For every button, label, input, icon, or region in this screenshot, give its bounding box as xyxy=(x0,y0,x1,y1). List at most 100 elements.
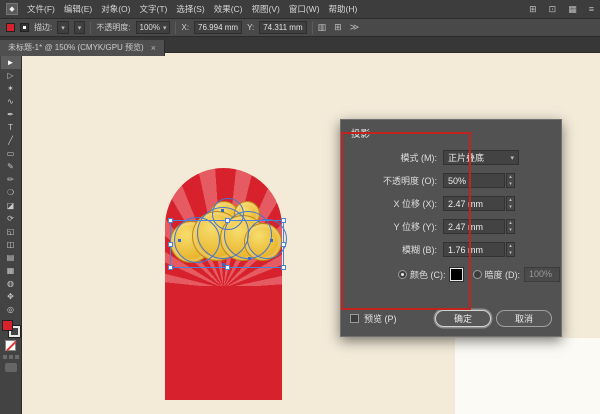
mode-row: 模式 (M): 正片叠底 ▾ xyxy=(341,146,561,169)
menu-item-type[interactable]: 文字(T) xyxy=(139,3,167,15)
eyedropper-tool[interactable]: ◍ xyxy=(1,277,21,290)
opacity-dropdown[interactable]: 100% ▾ xyxy=(135,21,171,34)
dialog-title: 投影 xyxy=(351,129,371,140)
align-panel-icon[interactable]: ▥ xyxy=(318,22,327,33)
anchor-point[interactable] xyxy=(221,209,224,212)
y-position-field[interactable]: 74.311 mm xyxy=(259,21,307,34)
menu-item-effect[interactable]: 效果(C) xyxy=(214,3,243,15)
x-label: X: xyxy=(181,23,190,32)
color-radio[interactable] xyxy=(398,269,407,279)
chevron-down-icon: ▾ xyxy=(77,24,82,32)
stepper-down-icon[interactable]: ▾ xyxy=(507,181,514,188)
mode-select[interactable]: 正片叠底 ▾ xyxy=(443,150,519,165)
close-icon[interactable]: × xyxy=(151,43,156,53)
fill-proxy-swatch[interactable] xyxy=(6,23,15,32)
divider xyxy=(175,21,177,34)
magic-wand-tool[interactable]: ✶ xyxy=(1,82,21,95)
eraser-tool[interactable]: ◪ xyxy=(1,199,21,212)
stepper-down-icon[interactable]: ▾ xyxy=(507,250,514,257)
opacity-value: 100% xyxy=(139,23,160,32)
share-icon[interactable]: ⊡ xyxy=(549,4,557,15)
document-arrange-icon[interactable]: ⊞ xyxy=(529,4,537,15)
blur-label: 模糊 (B): xyxy=(402,245,437,255)
selection-tool[interactable]: ► xyxy=(0,56,21,69)
blur-field[interactable]: 1.76 mm xyxy=(443,242,505,257)
stepper[interactable]: ▴ ▾ xyxy=(506,173,515,188)
color-mode-buttons[interactable] xyxy=(2,355,19,359)
divider xyxy=(90,21,92,34)
y-offset-label: Y 位移 (Y): xyxy=(393,222,437,232)
menu-item-help[interactable]: 帮助(H) xyxy=(329,3,358,15)
tools-panel: ► ▷ ✶ ∿ ✒ T ╱ ▭ ✎ ✏ ❍ ◪ ⟳ ◱ ◫ ▤ ▦ ◍ ✥ ◎ xyxy=(0,53,22,414)
x-offset-field[interactable]: 2.47 mm xyxy=(443,196,505,211)
selection-handle[interactable] xyxy=(225,265,230,270)
lasso-tool[interactable]: ∿ xyxy=(1,95,21,108)
selection-handle[interactable] xyxy=(168,265,173,270)
paintbrush-tool[interactable]: ✎ xyxy=(1,160,21,173)
selection-handle[interactable] xyxy=(281,242,286,247)
transform-panel-icon[interactable]: ⊞ xyxy=(334,22,342,33)
pasteboard-area xyxy=(455,338,600,414)
document-title: 未标题-1* @ 150% (CMYK/GPU 预览) xyxy=(8,43,144,52)
scale-tool[interactable]: ◱ xyxy=(1,225,21,238)
selection-handle[interactable] xyxy=(168,218,173,223)
type-tool[interactable]: T xyxy=(1,121,21,134)
brush-definition-dropdown[interactable]: ▾ xyxy=(73,21,86,34)
menu-item-window[interactable]: 窗口(W) xyxy=(289,3,320,15)
menubar-icons: ⊞ ⊡ ▦ ≡ xyxy=(529,4,594,15)
chevron-down-icon: ▾ xyxy=(61,24,65,32)
menu-item-view[interactable]: 视图(V) xyxy=(252,3,280,15)
drop-shadow-dialog: 投影 模式 (M): 正片叠底 ▾ 不透明度 (O): 50% ▴ ▾ X 位移… xyxy=(340,119,562,337)
blob-brush-tool[interactable]: ❍ xyxy=(1,186,21,199)
x-position-field[interactable]: 76.994 mm xyxy=(194,21,243,34)
opacity-field[interactable]: 50% xyxy=(443,173,505,188)
app-icon[interactable]: ◆ xyxy=(6,3,18,15)
darkness-radio[interactable] xyxy=(472,269,482,279)
more-options-icon[interactable]: ≫ xyxy=(350,22,359,33)
overflow-icon[interactable]: ≡ xyxy=(589,4,594,15)
selection-handle[interactable] xyxy=(225,218,230,223)
y-offset-field[interactable]: 2.47 mm xyxy=(443,219,505,234)
menu-item-edit[interactable]: 编辑(E) xyxy=(64,3,92,15)
preview-checkbox[interactable] xyxy=(350,313,359,323)
stepper[interactable]: ▴ ▾ xyxy=(506,219,515,234)
rotate-tool[interactable]: ⟳ xyxy=(1,212,21,225)
mode-value: 正片叠底 xyxy=(448,153,485,163)
selection-bounding-box[interactable] xyxy=(168,218,286,270)
stroke-proxy-swatch[interactable] xyxy=(20,23,29,32)
cancel-button[interactable]: 取消 xyxy=(496,309,552,327)
direct-selection-tool[interactable]: ▷ xyxy=(1,69,21,82)
document-tab[interactable]: 未标题-1* @ 150% (CMYK/GPU 预览) × xyxy=(0,39,165,56)
stroke-weight-dropdown[interactable]: ▾ xyxy=(57,21,69,34)
menu-item-select[interactable]: 选择(S) xyxy=(176,3,204,15)
menu-item-object[interactable]: 对象(O) xyxy=(101,3,130,15)
gradient-tool[interactable]: ▤ xyxy=(1,251,21,264)
mesh-tool[interactable]: ▦ xyxy=(1,264,21,277)
opacity-value: 50% xyxy=(448,175,467,186)
selection-handle[interactable] xyxy=(281,265,286,270)
fill-color-well[interactable] xyxy=(1,320,13,331)
shape-builder-tool[interactable]: ◫ xyxy=(1,238,21,251)
hand-tool[interactable]: ✥ xyxy=(1,290,21,303)
shadow-color-swatch[interactable] xyxy=(449,267,463,281)
selection-handle[interactable] xyxy=(168,242,173,247)
pencil-tool[interactable]: ✏ xyxy=(1,173,21,186)
menu-item-file[interactable]: 文件(F) xyxy=(27,3,55,15)
line-segment-tool[interactable]: ╱ xyxy=(1,134,21,147)
none-color-button[interactable] xyxy=(5,340,16,351)
selection-handle[interactable] xyxy=(281,218,286,223)
stepper-down-icon[interactable]: ▾ xyxy=(507,227,514,234)
fill-stroke-wells[interactable] xyxy=(1,320,20,337)
pen-tool[interactable]: ✒ xyxy=(1,108,21,121)
rectangle-tool[interactable]: ▭ xyxy=(1,147,21,160)
preview-label: 预览 (P) xyxy=(364,313,397,324)
stepper-down-icon[interactable]: ▾ xyxy=(507,204,514,211)
screen-mode-button[interactable] xyxy=(4,363,17,372)
stepper[interactable]: ▴ ▾ xyxy=(506,242,515,257)
stepper[interactable]: ▴ ▾ xyxy=(506,196,515,211)
blur-row: 模糊 (B): 1.76 mm ▴ ▾ xyxy=(341,238,561,261)
zoom-tool[interactable]: ◎ xyxy=(1,303,21,316)
color-label: 颜色 (C): xyxy=(410,269,446,280)
workspace-icon[interactable]: ▦ xyxy=(568,4,577,15)
ok-button[interactable]: 确定 xyxy=(435,309,491,327)
